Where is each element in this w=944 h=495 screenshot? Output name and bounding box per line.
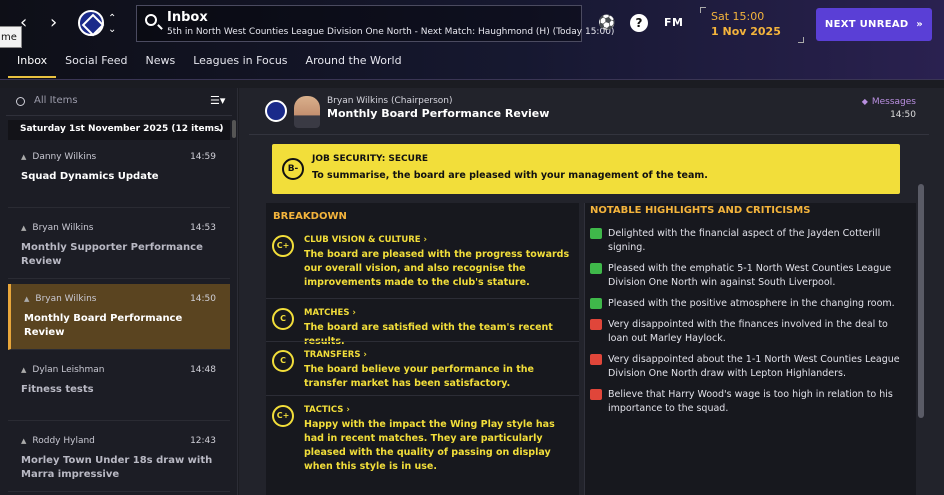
breakdown-heading: BREAKDOWN [273, 211, 347, 222]
inbox-context-box[interactable]: Inbox 5th in North West Counties League … [136, 5, 614, 42]
thumbs-down-icon [590, 319, 602, 330]
highlight-text: Pleased with the emphatic 5-1 North West… [608, 263, 892, 288]
grade-badge: C+ [272, 405, 294, 427]
next-unread-button[interactable]: NEXT UNREAD » [816, 8, 932, 41]
back-arrow-icon[interactable]: ‹ [20, 12, 27, 33]
thumbs-up-icon [590, 298, 602, 309]
message-time: 12:43 [190, 436, 216, 446]
tab-social-feed[interactable]: Social Feed [56, 52, 136, 78]
double-chevron-right-icon: » [916, 19, 924, 30]
football-icon[interactable]: ⚽ [598, 14, 616, 32]
breakdown-link-matches[interactable]: MATCHES [304, 308, 356, 318]
home-tooltip: me [0, 26, 22, 48]
divider [249, 134, 929, 135]
chevron-down-icon[interactable]: ⌄ [108, 25, 116, 35]
detail-scrollbar[interactable] [918, 184, 924, 418]
inbox-title: Inbox [167, 10, 208, 25]
date-day-time: Sat 15:00 [711, 10, 765, 23]
grade-badge: C [272, 350, 294, 372]
message-sender: Roddy Hyland [21, 436, 95, 446]
message-sender: Dylan Leishman [21, 365, 104, 375]
message-sender: Bryan Wilkins [21, 223, 93, 233]
fm-logo[interactable]: FM [664, 16, 683, 29]
breakdown-link-transfers[interactable]: TRANSFERS [304, 350, 367, 360]
breakdown-item: C+ CLUB VISION & CULTURE The board are p… [266, 227, 579, 298]
criticism-text: Very disappointed with the finances invo… [608, 319, 888, 344]
message-detail-panel: Bryan Wilkins (Chairperson) Monthly Boar… [239, 88, 944, 495]
message-time: 14:50 [890, 110, 916, 120]
breakdown-text: The board are pleased with the progress … [304, 249, 570, 288]
chevron-down-icon[interactable]: ⌄ [216, 123, 224, 134]
breakdown-link-club-vision[interactable]: CLUB VISION & CULTURE [304, 235, 427, 245]
breakdown-section: BREAKDOWN C+ CLUB VISION & CULTURE The b… [266, 203, 579, 495]
message-filter[interactable]: All Items ☰▾ [6, 88, 232, 116]
chevron-up-icon[interactable]: ⌃ [108, 14, 116, 24]
message-time: 14:50 [190, 294, 216, 304]
list-item-selected[interactable]: Bryan Wilkins 14:50 Monthly Board Perfor… [8, 284, 230, 350]
highlight-text: Delighted with the financial aspect of t… [608, 228, 881, 253]
next-unread-label: NEXT UNREAD [824, 19, 909, 30]
highlights-heading: NOTABLE HIGHLIGHTS AND CRITICISMS [590, 205, 811, 216]
help-icon[interactable]: ? [630, 14, 648, 32]
list-item[interactable]: Dylan Leishman 14:48 Fitness tests [8, 355, 230, 421]
list-menu-icon[interactable]: ☰▾ [210, 94, 225, 107]
forward-arrow-icon[interactable]: › [50, 12, 57, 33]
message-title: Morley Town Under 18s draw with Marra im… [21, 455, 213, 480]
message-time: 14:48 [190, 365, 216, 375]
grade-badge: C [272, 308, 294, 330]
message-from[interactable]: Bryan Wilkins (Chairperson) [327, 96, 453, 106]
thumbs-down-icon [590, 389, 602, 400]
tab-leagues-in-focus[interactable]: Leagues in Focus [184, 52, 296, 78]
security-summary: To summarise, the board are pleased with… [312, 170, 708, 181]
tab-around-the-world[interactable]: Around the World [297, 52, 411, 78]
list-scrollbar[interactable] [232, 120, 236, 138]
message-subject: Monthly Board Performance Review [327, 107, 550, 120]
list-item[interactable]: Bryan Wilkins 14:53 Monthly Supporter Pe… [8, 213, 230, 279]
message-time: 14:53 [190, 223, 216, 233]
club-badge-icon [265, 100, 287, 122]
security-grade: B- [282, 158, 304, 180]
breakdown-item: C TRANSFERS The board believe your perfo… [266, 341, 579, 395]
grade-badge: C+ [272, 235, 294, 257]
filter-placeholder: All Items [34, 95, 78, 106]
breakdown-item: C MATCHES The board are satisfied with t… [266, 298, 579, 347]
search-icon [16, 97, 25, 106]
message-title: Fitness tests [21, 384, 94, 395]
avatar[interactable] [294, 96, 320, 128]
breakdown-text: The board believe your performance in th… [304, 364, 534, 389]
highlight-text: Pleased with the positive atmosphere in … [608, 298, 895, 309]
breakdown-link-tactics[interactable]: TACTICS [304, 405, 350, 415]
inbox-subtitle: 5th in North West Counties League Divisi… [167, 27, 615, 37]
job-security-banner: B- JOB SECURITY: SECURE To summarise, th… [272, 144, 900, 194]
security-title: JOB SECURITY: SECURE [312, 154, 429, 164]
top-bar: me ‹ › ⌃ ⌄ Inbox 5th in North West Count… [0, 0, 944, 80]
criticism-text: Very disappointed about the 1-1 North We… [608, 354, 900, 379]
day-group-header[interactable]: Saturday 1st November 2025 (12 items) ⌄ [8, 120, 230, 140]
inbox-tabs: Inbox Social Feed News Leagues in Focus … [8, 52, 411, 80]
criticism-text: Believe that Harry Wood's wage is too hi… [608, 389, 893, 414]
message-sender: Bryan Wilkins [24, 294, 96, 304]
game-date[interactable]: Sat 15:00 1 Nov 2025 [700, 7, 804, 43]
message-list-panel: All Items ☰▾ Saturday 1st November 2025 … [0, 88, 238, 495]
thumbs-up-icon [590, 263, 602, 274]
tab-news[interactable]: News [136, 52, 184, 78]
search-icon[interactable] [145, 14, 157, 26]
breakdown-item: C+ TACTICS Happy with the impact the Win… [266, 395, 579, 495]
day-group-label: Saturday 1st November 2025 (12 items) [20, 124, 224, 134]
breakdown-text: Happy with the impact the Wing Play styl… [304, 419, 555, 472]
message-sender: Danny Wilkins [21, 152, 96, 162]
thumbs-down-icon [590, 354, 602, 365]
list-item[interactable]: Roddy Hyland 12:43 Morley Town Under 18s… [8, 426, 230, 492]
date-date: 1 Nov 2025 [711, 25, 781, 38]
message-time: 14:59 [190, 152, 216, 162]
tab-inbox[interactable]: Inbox [8, 52, 57, 78]
club-badge-icon[interactable] [78, 10, 104, 36]
message-title: Monthly Board Performance Review [24, 313, 183, 338]
message-title: Squad Dynamics Update [21, 171, 159, 182]
message-title: Monthly Supporter Performance Review [21, 242, 203, 267]
highlights-section: NOTABLE HIGHLIGHTS AND CRITICISMS Deligh… [584, 203, 916, 495]
list-item[interactable]: Danny Wilkins 14:59 Squad Dynamics Updat… [8, 142, 230, 208]
messages-link[interactable]: Messages [862, 97, 916, 107]
thumbs-up-icon [590, 228, 602, 239]
